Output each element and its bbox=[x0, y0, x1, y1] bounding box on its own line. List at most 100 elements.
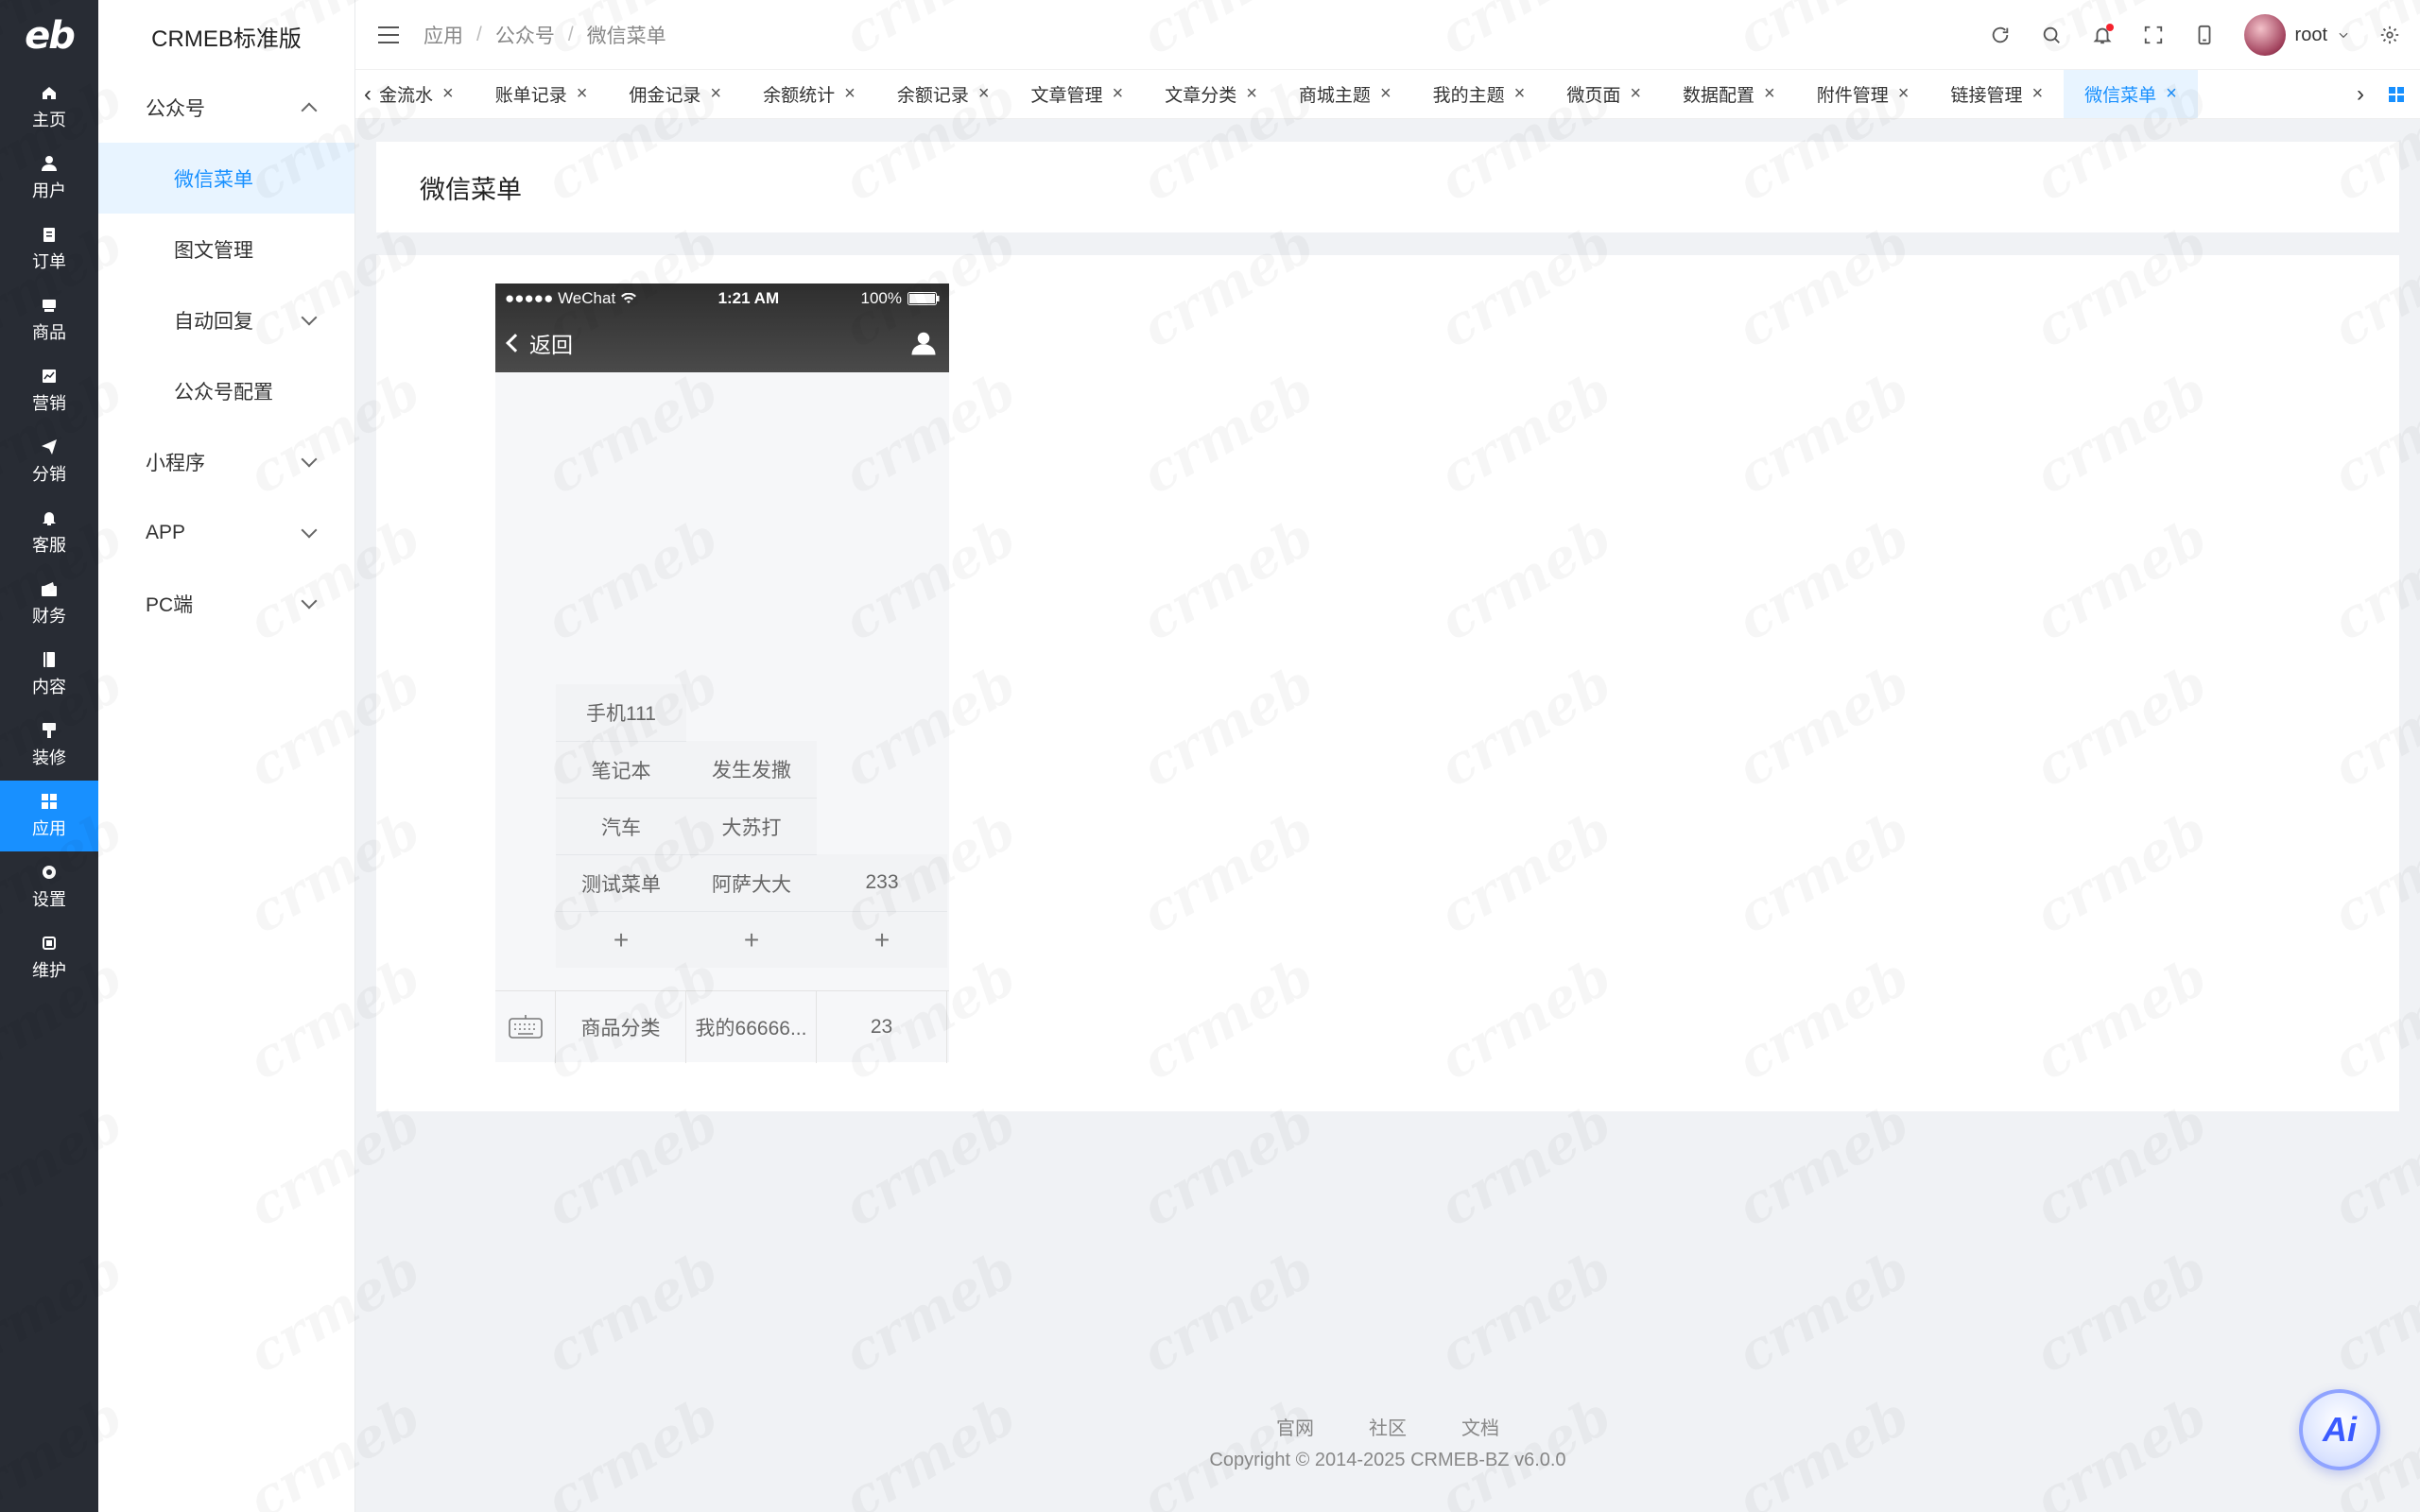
close-icon[interactable]: × bbox=[1514, 83, 1526, 105]
submenu-item[interactable]: 手机111 bbox=[556, 684, 686, 741]
mobile-preview-icon[interactable] bbox=[2193, 24, 2216, 46]
tab-scroll-left-icon[interactable]: ‹ bbox=[355, 70, 380, 118]
breadcrumb-item[interactable]: 公众号 bbox=[495, 21, 555, 49]
sidebar-group-pc[interactable]: PC端 bbox=[98, 568, 354, 639]
tab-label: 佣金记录 bbox=[629, 86, 701, 106]
keyboard-icon[interactable] bbox=[495, 991, 556, 1063]
close-icon[interactable]: × bbox=[1764, 83, 1775, 105]
add-submenu-button[interactable]: + bbox=[817, 911, 947, 968]
tab-item[interactable]: 数据配置 × bbox=[1662, 70, 1796, 118]
close-icon[interactable]: × bbox=[577, 83, 588, 105]
rail-item-3[interactable]: 商品 bbox=[0, 284, 98, 355]
close-icon[interactable]: × bbox=[1630, 83, 1641, 105]
bottom-menu-item[interactable]: 商品分类 bbox=[556, 991, 686, 1063]
footer-link-community[interactable]: 社区 bbox=[1369, 1413, 1407, 1440]
bottom-menu-item[interactable]: 23 bbox=[817, 991, 947, 1063]
footer-link-official[interactable]: 官网 bbox=[1276, 1413, 1314, 1440]
sidebar-item-label: 图文管理 bbox=[174, 239, 253, 262]
chevron-left-icon bbox=[506, 334, 525, 352]
tab-item[interactable]: 余额记录 × bbox=[876, 70, 1011, 118]
tab-item[interactable]: 佣金流水 × bbox=[380, 70, 475, 118]
rail-item-12[interactable]: 维护 bbox=[0, 922, 98, 993]
close-icon[interactable]: × bbox=[710, 83, 721, 105]
rail-item-11[interactable]: 设置 bbox=[0, 851, 98, 922]
rail-item-7[interactable]: 财务 bbox=[0, 568, 98, 639]
refresh-icon[interactable] bbox=[1989, 24, 2012, 46]
back-button[interactable]: 返回 bbox=[506, 327, 573, 359]
tab-item[interactable]: 佣金记录 × bbox=[608, 70, 742, 118]
notification-bell-icon[interactable] bbox=[2091, 24, 2114, 46]
rail-item-9[interactable]: 装修 bbox=[0, 710, 98, 781]
sidebar-item-wechat-menu[interactable]: 微信菜单 bbox=[98, 143, 354, 214]
submenu-item[interactable]: 发生发撒 bbox=[686, 741, 817, 798]
battery: 100% bbox=[861, 289, 940, 308]
sidebar-item-article-management[interactable]: 图文管理 bbox=[98, 214, 354, 284]
tab-item[interactable]: 微信菜单 × bbox=[2064, 70, 2198, 118]
tab-item[interactable]: 我的主题 × bbox=[1412, 70, 1547, 118]
fullscreen-icon[interactable] bbox=[2142, 24, 2165, 46]
rail-item-label: 装修 bbox=[32, 747, 66, 767]
rail-item-2[interactable]: 订单 bbox=[0, 214, 98, 284]
tab-item[interactable]: 商城主题 × bbox=[1278, 70, 1412, 118]
submenu-item[interactable]: 汽车 bbox=[556, 798, 686, 854]
submenu-item[interactable]: 大苏打 bbox=[686, 798, 817, 854]
close-icon[interactable]: × bbox=[2031, 83, 2043, 105]
tab-grid-icon[interactable] bbox=[2373, 70, 2420, 118]
primary-nav-rail: eb 主页 用户 订单 商品 营销 分销 客服财务内容装修应用 设置 维护 bbox=[0, 0, 98, 1512]
close-icon[interactable]: × bbox=[2166, 83, 2177, 105]
close-icon[interactable]: × bbox=[1898, 83, 1910, 105]
rail-item-10[interactable]: 应用 bbox=[0, 781, 98, 851]
sidebar-title: CRMEB标准版 bbox=[151, 26, 302, 52]
chevron-down-icon bbox=[301, 309, 318, 325]
submenu-item[interactable]: 阿萨大大 bbox=[686, 854, 817, 911]
footer-link-docs[interactable]: 文档 bbox=[1461, 1413, 1499, 1440]
tab-label: 我的主题 bbox=[1432, 86, 1505, 106]
profile-icon[interactable] bbox=[909, 329, 938, 357]
user-menu[interactable]: root bbox=[2243, 14, 2350, 56]
breadcrumb: 应用 / 公众号 / 微信菜单 bbox=[424, 21, 666, 49]
close-icon[interactable]: × bbox=[978, 83, 990, 105]
submenu-item[interactable]: 笔记本 bbox=[556, 741, 686, 798]
tab-item[interactable]: 链接管理 × bbox=[1929, 70, 2064, 118]
phone-status-bar: ●●●●● WeChat 1:21 AM 100% bbox=[495, 284, 949, 314]
close-icon[interactable]: × bbox=[442, 83, 454, 105]
tab-item[interactable]: 文章分类 × bbox=[1144, 70, 1278, 118]
tab-item[interactable]: 附件管理 × bbox=[1796, 70, 1930, 118]
page-title: 微信菜单 bbox=[376, 142, 2399, 232]
rail-item-label: 财务 bbox=[32, 606, 66, 626]
submenu-item[interactable]: 测试菜单 bbox=[556, 854, 686, 911]
close-icon[interactable]: × bbox=[844, 83, 856, 105]
tab-item[interactable]: 微页面 × bbox=[1546, 70, 1662, 118]
ai-assistant-button[interactable]: Ai bbox=[2299, 1389, 2380, 1470]
breadcrumb-item[interactable]: 应用 bbox=[424, 21, 463, 49]
app-logo[interactable]: eb bbox=[0, 0, 98, 72]
settings-gear-icon[interactable] bbox=[2378, 24, 2401, 46]
phone-preview: ●●●●● WeChat 1:21 AM 100% 返回 手机111 笔记本 汽车测… bbox=[495, 284, 949, 1063]
tab-item[interactable]: 文章管理 × bbox=[1011, 70, 1145, 118]
close-icon[interactable]: × bbox=[1380, 83, 1392, 105]
sidebar-group-mini-program[interactable]: 小程序 bbox=[98, 426, 354, 497]
menu-toggle-icon[interactable] bbox=[378, 26, 399, 43]
tab-item[interactable]: 账单记录 × bbox=[475, 70, 609, 118]
rail-item-4[interactable]: 营销 bbox=[0, 355, 98, 426]
tab-scroll-right-icon[interactable]: › bbox=[2348, 70, 2373, 118]
add-submenu-button[interactable]: + bbox=[686, 911, 817, 968]
submenu-item[interactable]: 233 bbox=[817, 854, 947, 911]
sidebar-group-label: 公众号 bbox=[146, 97, 205, 120]
close-icon[interactable]: × bbox=[1113, 83, 1124, 105]
sidebar-item-auto-reply[interactable]: 自动回复 bbox=[98, 284, 354, 355]
rail-item-5[interactable]: 分销 bbox=[0, 426, 98, 497]
sidebar-group-wechat-official[interactable]: 公众号 bbox=[98, 72, 354, 143]
rail-item-8[interactable]: 内容 bbox=[0, 639, 98, 710]
rail-item-0[interactable]: 主页 bbox=[0, 72, 98, 143]
rail-item-6[interactable]: 客服 bbox=[0, 497, 98, 568]
close-icon[interactable]: × bbox=[1246, 83, 1257, 105]
bottom-menu-item[interactable]: 我的66666... bbox=[686, 991, 817, 1063]
sidebar-group-app[interactable]: APP bbox=[98, 497, 354, 568]
tab-item[interactable]: 余额统计 × bbox=[742, 70, 876, 118]
chevron-down-icon bbox=[2339, 32, 2348, 39]
rail-item-1[interactable]: 用户 bbox=[0, 143, 98, 214]
search-icon[interactable] bbox=[2040, 24, 2063, 46]
add-submenu-button[interactable]: + bbox=[556, 911, 686, 968]
sidebar-item-official-config[interactable]: 公众号配置 bbox=[98, 355, 354, 426]
